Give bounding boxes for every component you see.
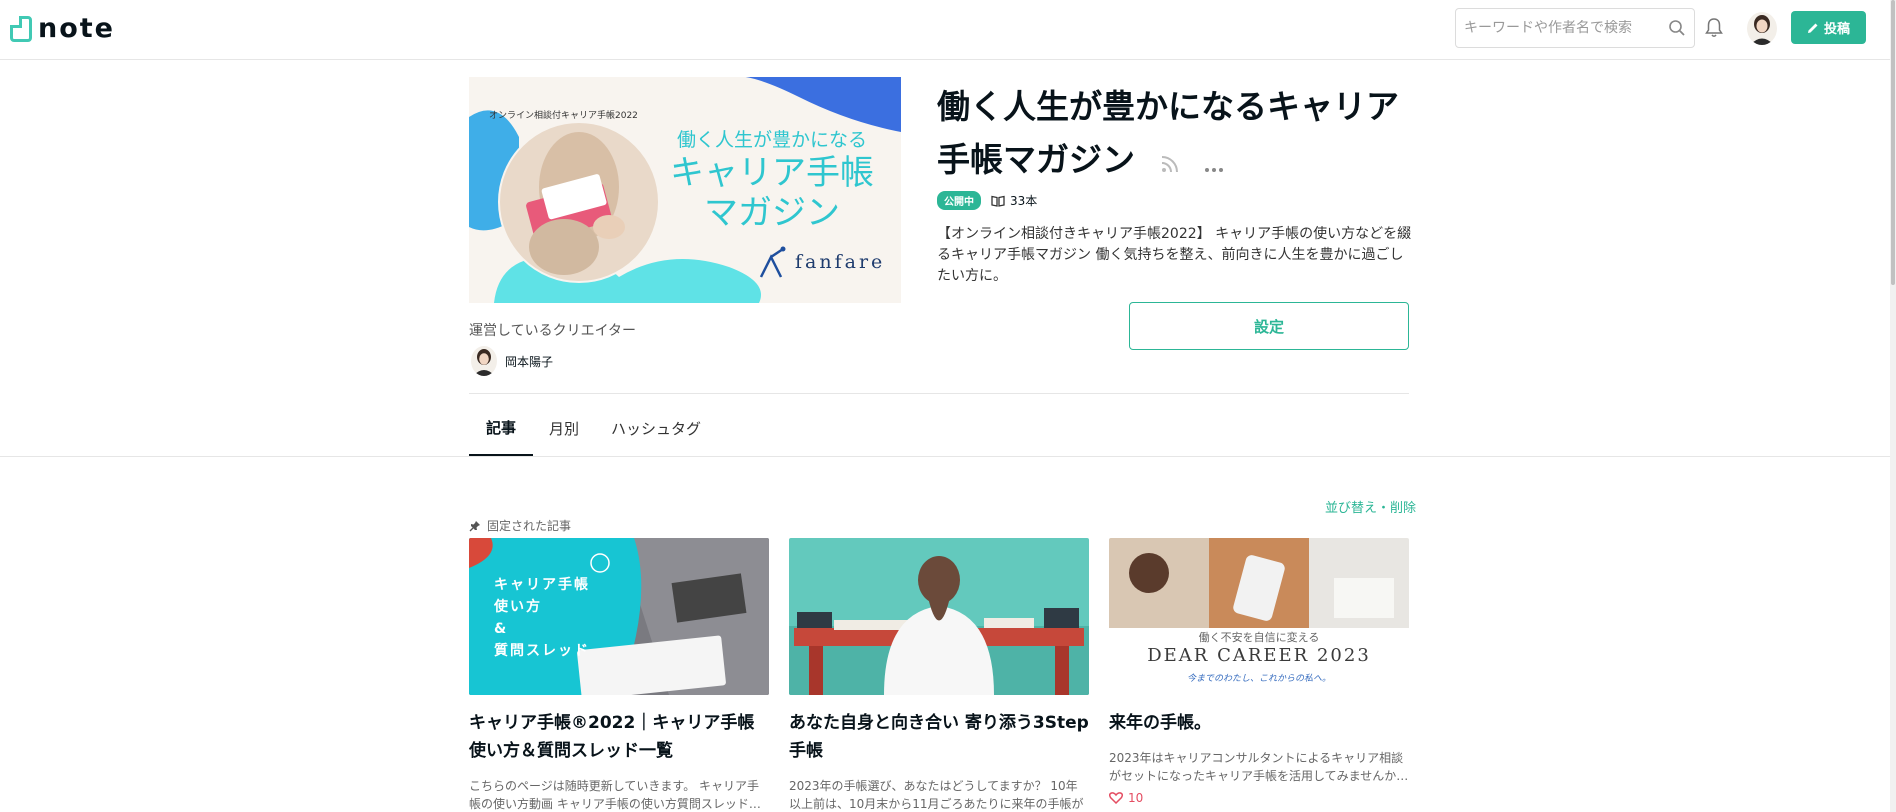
cover-title-block: 働く人生が豊かになる キャリア手帳 マガジン [657,127,887,233]
article-card[interactable]: 働く不安を自信に変える DEAR CAREER 2023 今までのわたし、これか… [1109,538,1409,805]
top-header: note 投稿 [0,0,1890,60]
creator[interactable]: 岡本陽子 [471,346,553,376]
article-excerpt: 2023年はキャリアコンサルタントによるキャリア相談がセットになったキャリア手帳… [1109,751,1409,783]
post-button-label: 投稿 [1823,22,1850,37]
section-divider [469,393,1409,394]
article-card[interactable]: あなた自身と向き合い 寄り添う3Step手帳 2023年の手帳選び、あなたはどう… [789,538,1089,812]
article-excerpt: 2023年の手帳選び、あなたはどうしてますか？ 10年以上前は、10月末から11… [789,779,1084,811]
creator-label: 運営しているクリエイター [469,323,637,339]
like-button[interactable]: 10 [1109,791,1409,805]
pencil-icon [1807,23,1818,33]
thumbnail-text-line-4: 質問スレッド [494,643,590,659]
cover-line3: マガジン [704,193,840,233]
article-excerpt: こちらのページは随時更新していきます。 キャリア手帳の使い方動画 キャリア手帳の… [469,779,761,811]
creator-name[interactable]: 岡本陽子 [505,353,553,370]
thumbnail-caption-main: DEAR CAREER 2023 [1147,645,1371,666]
logo-text: note [38,13,115,44]
tab-articles[interactable]: 記事 [469,400,534,456]
cover-brand-text: fanfare [795,251,886,273]
scrollbar-thumb[interactable] [1891,0,1895,285]
fanfare-logo-icon [759,246,786,278]
thumbnail-text: キャリア手帳 使い方 & 質問スレッド [494,574,590,662]
article-count: 33本 [991,192,1037,209]
cover-line2: キャリア手帳 [670,153,874,193]
search-input[interactable] [1464,20,1664,36]
notification-bell-icon[interactable] [1705,17,1723,43]
article-thumbnail[interactable] [789,538,1089,695]
magazine-title: 働く人生が豊かになるキャリア手帳マガジン [937,80,1417,188]
article-thumbnail[interactable]: キャリア手帳 使い方 & 質問スレッド [469,538,769,695]
pinned-label: 固定された記事 [469,517,571,534]
magazine-tabs: 記事 月別 ハッシュタグ [469,400,717,456]
cover-brand: fanfare [757,245,885,279]
settings-button[interactable]: 設定 [1129,302,1409,350]
search-icon[interactable] [1668,19,1686,41]
note-logo-icon [10,15,32,42]
magazine-description: 【オンライン相談付きキャリア手帳2022】 キャリア手帳の使い方などを綴るキャリ… [937,226,1412,284]
article-title[interactable]: 来年の手帳。 [1109,709,1409,737]
thumbnail-text-line-3: & [494,621,509,637]
article-title[interactable]: あなた自身と向き合い 寄り添う3Step手帳 [789,709,1089,765]
heart-icon [1109,792,1123,804]
book-icon [991,195,1005,207]
tabs-divider [0,456,1890,457]
thumbnail-caption-script: 今までのわたし、これからの私へ。 [1186,674,1331,684]
magazine-cover-image: オンライン相談付キャリア手帳2022 働く人生が豊かになる キャリア手帳 マガジ… [469,77,901,303]
note-logo[interactable]: note [10,13,115,44]
cover-small-caption: オンライン相談付キャリア手帳2022 [489,111,638,121]
thumbnail-text-line-2: 使い方 [494,599,542,615]
user-avatar[interactable] [1747,12,1777,45]
rss-icon[interactable] [1161,135,1179,188]
magazine-meta: 公開中 33本 [937,191,1037,210]
thumbnail-text-line-1: キャリア手帳 [494,577,590,593]
post-button[interactable]: 投稿 [1791,11,1866,44]
article-card[interactable]: キャリア手帳 使い方 & 質問スレッド キャリア手帳®2022｜キャリア手帳使い… [469,538,769,812]
creator-avatar[interactable] [471,346,497,376]
pinned-label-text: 固定された記事 [487,519,572,533]
more-icon[interactable] [1204,135,1224,188]
status-badge: 公開中 [937,191,981,210]
search-box [1455,8,1695,48]
article-count-text: 33本 [1010,194,1038,208]
tab-hashtags[interactable]: ハッシュタグ [595,400,717,456]
sort-delete-link[interactable]: 並び替え・削除 [1325,497,1416,516]
thumbnail-caption-top: 働く不安を自信に変える [1198,631,1320,644]
article-title[interactable]: キャリア手帳®2022｜キャリア手帳使い方＆質問スレッド一覧 [469,709,769,765]
pin-icon [469,520,480,531]
article-thumbnail[interactable]: 働く不安を自信に変える DEAR CAREER 2023 今までのわたし、これか… [1109,538,1409,695]
like-count: 10 [1128,791,1144,805]
tab-monthly[interactable]: 月別 [533,400,595,456]
cover-line1: 働く人生が豊かになる [676,129,867,151]
